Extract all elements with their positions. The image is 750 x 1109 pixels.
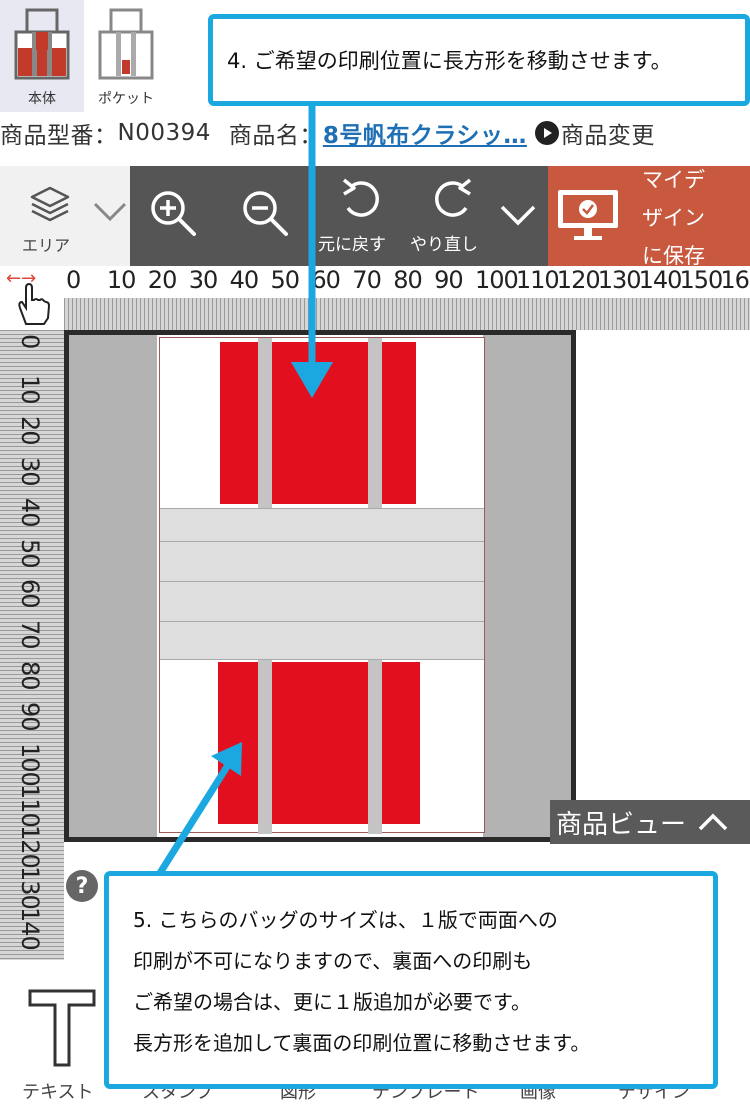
bag-front-icon	[14, 8, 70, 80]
ruler-v-label: 120	[16, 824, 44, 868]
callout-step5-line: 長方形を追加して裏面の印刷位置に移動させます。	[133, 1031, 591, 1055]
ruler-h-label: 140	[638, 266, 683, 294]
bag-pocket-icon	[98, 8, 154, 80]
tool-label-text: テキスト	[22, 1082, 94, 1103]
bag-gusset	[160, 508, 484, 660]
redo-label: やり直し	[410, 235, 478, 255]
vertical-ruler: 0 10 20 30 40 50 60 70 80 90 100 110 120 130 140	[0, 330, 64, 960]
ruler-v-label: 60	[16, 579, 44, 608]
ruler-h-label: 10	[106, 266, 137, 294]
help-button[interactable]: ?	[66, 870, 98, 902]
face-tab-main-label: 本体	[28, 91, 56, 107]
area-selector[interactable]: エリア	[0, 166, 130, 266]
play-icon	[534, 121, 559, 145]
ruler-h-label: 40	[229, 266, 260, 294]
chevron-up-icon	[698, 813, 728, 831]
ruler-h-label: 110	[515, 266, 560, 294]
undo-button[interactable]: 元に戻す	[318, 166, 408, 266]
product-name-link[interactable]: 8号帆布クラシッ…	[323, 116, 527, 150]
ruler-h-label: 120	[556, 266, 601, 294]
horizontal-ruler: 0 10 20 30 40 50 60 70 80 90 100 110 120 130 140 150 16	[64, 266, 750, 330]
ruler-v-label: 130	[16, 865, 44, 909]
ruler-h-label: 20	[147, 266, 178, 294]
monitor-check-icon	[558, 190, 618, 240]
ruler-h-label: 100	[475, 266, 519, 294]
face-tab-pocket[interactable]: ポケット	[84, 0, 168, 112]
ruler-corner[interactable]: ←→	[0, 266, 64, 330]
zoom-in-icon[interactable]	[148, 188, 200, 240]
area-label: エリア	[22, 236, 71, 255]
text-t-icon	[28, 989, 96, 1067]
tutorial-callout-step5: 5. こちらのバッグのサイズは、１版で両面への 印刷が不可になりますので、裏面へ…	[104, 871, 718, 1089]
print-rectangle-back[interactable]	[218, 662, 420, 824]
callout-step5-line: ご希望の場合は、更に１版追加が必要です。	[133, 990, 531, 1014]
callout-step5-line: 5. こちらのバッグのサイズは、１版で両面への	[133, 908, 558, 932]
ruler-v-label: 80	[16, 661, 44, 690]
ruler-v-label: 20	[16, 415, 44, 445]
ruler-h-label: 70	[352, 266, 382, 294]
save-label-1: マイデ	[642, 168, 705, 192]
save-label-2: ザイン	[642, 206, 705, 230]
print-rectangle-front[interactable]	[220, 342, 416, 504]
canvas-margin-left	[69, 335, 157, 837]
product-number-label: 商品型番：	[0, 123, 118, 149]
save-design-button[interactable]: マイデ ザイン に保存	[548, 166, 750, 268]
face-tab-pocket-label: ポケット	[98, 91, 154, 107]
ruler-v-label: 30	[16, 456, 44, 486]
redo-button[interactable]: やり直し	[410, 166, 500, 266]
chevron-down-icon[interactable]	[498, 202, 538, 228]
ruler-h-label: 60	[311, 266, 341, 294]
product-info: 商品型番： N00394 商品名： 8号帆布クラシッ… 商品変更	[0, 113, 750, 153]
ruler-v-label: 0	[16, 334, 44, 349]
ruler-h-label: 0	[66, 266, 81, 294]
ruler-h-label: 150	[679, 266, 724, 294]
ruler-v-label: 40	[16, 497, 44, 527]
ruler-h-label: 50	[270, 266, 301, 294]
hand-pointer-icon: ←→	[6, 268, 51, 325]
ruler-h-label: 80	[393, 266, 423, 294]
product-view-label: 商品ビュー	[556, 809, 687, 840]
redo-icon	[435, 178, 472, 217]
design-editor: { "faces": [ {"label": "本体", "active": t…	[0, 0, 750, 1109]
edit-tools: 元に戻す やり直し	[130, 166, 548, 266]
zoom-out-icon[interactable]	[240, 188, 292, 240]
callout-step4-text: 4. ご希望の印刷位置に長方形を移動させます。	[227, 49, 672, 73]
product-number: N00394	[117, 120, 211, 146]
ruler-v-label: 50	[16, 538, 44, 568]
ruler-h-label: 130	[597, 266, 642, 294]
undo-icon	[342, 178, 379, 217]
editor-toolbar: エリア 元に戻す やり直し マイデ ザイン に保存	[0, 166, 750, 268]
callout-step5-line: 印刷が不可になりますので、裏面への印刷も	[133, 949, 533, 973]
undo-label: 元に戻す	[318, 235, 386, 255]
ruler-v-label: 70	[16, 620, 44, 649]
ruler-h-label: 30	[188, 266, 219, 294]
product-view-toggle[interactable]: 商品ビュー	[550, 800, 750, 844]
layers-icon	[30, 186, 70, 222]
design-canvas[interactable]	[64, 330, 576, 842]
face-tab-main[interactable]: 本体	[0, 0, 84, 112]
bag-print-area	[159, 337, 485, 834]
ruler-h-label: 90	[434, 266, 464, 294]
ruler-v-label: 100	[16, 743, 44, 786]
canvas-margin-right	[483, 335, 571, 837]
ruler-v-label: 90	[16, 702, 44, 731]
ruler-v-label: 10	[16, 374, 44, 404]
ruler-h-label: 16	[720, 266, 750, 294]
tutorial-callout-step4: 4. ご希望の印刷位置に長方形を移動させます。	[208, 14, 750, 106]
chevron-down-icon[interactable]	[92, 200, 128, 224]
ruler-v-label: 140	[16, 906, 44, 950]
product-name-label: 商品名：	[228, 123, 323, 149]
change-product-label: 商品変更	[560, 123, 655, 149]
ruler-v-label: 110	[16, 783, 44, 827]
change-product-button[interactable]: 商品変更	[527, 116, 655, 150]
